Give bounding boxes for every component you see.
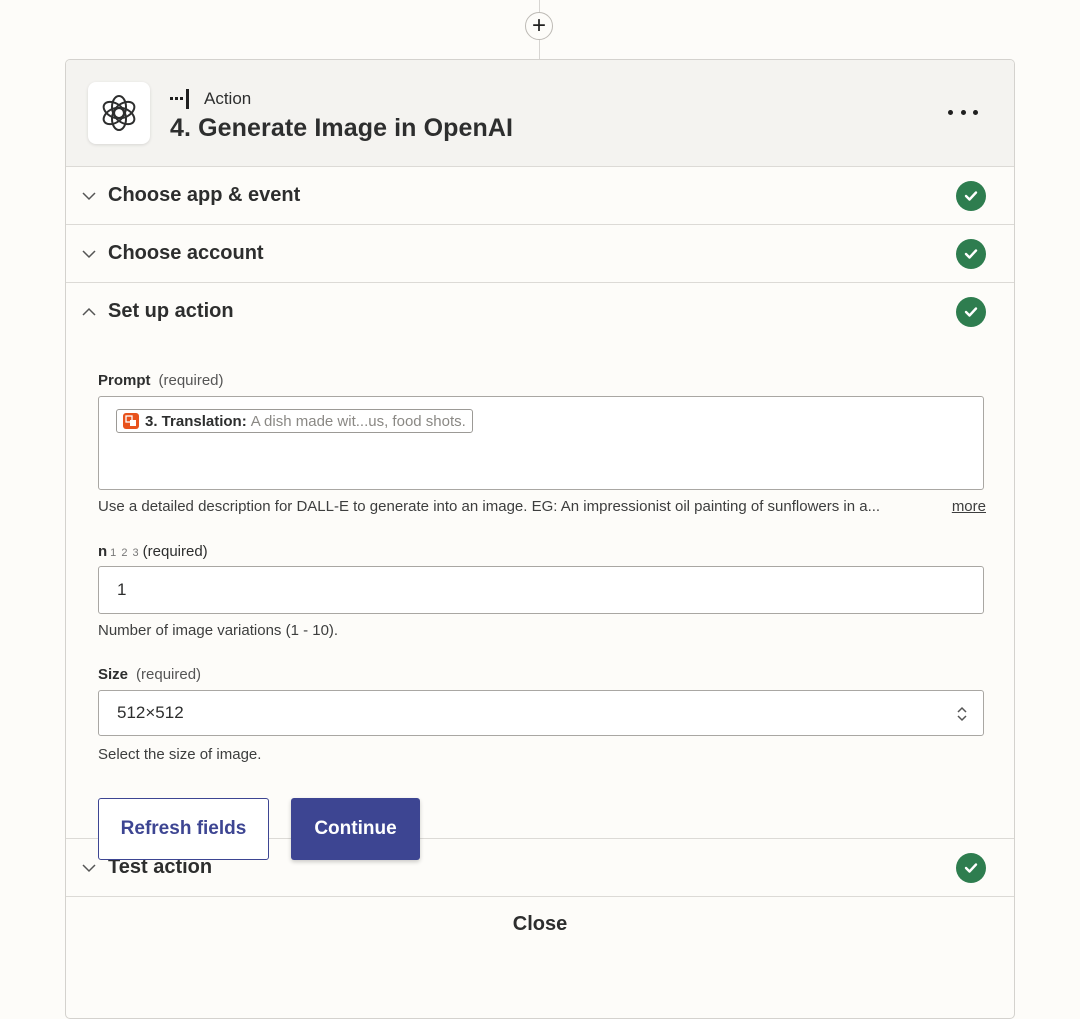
more-link[interactable]: more [952, 498, 986, 515]
size-label: Size (required) [98, 666, 201, 683]
chevron-up-icon [82, 307, 96, 316]
size-select-value: 512×512 [117, 703, 184, 722]
check-circle-icon [956, 296, 986, 327]
section-label: Choose account [108, 242, 264, 264]
dot [948, 109, 953, 115]
plus-icon: + [531, 12, 546, 39]
chevron-down-icon [82, 249, 96, 258]
pill-value: A dish made wit...us, food shots. [250, 412, 466, 430]
n-help-text: Number of image variations (1 - 10). [98, 622, 339, 639]
mapped-field-pill[interactable]: 3. Translation: A dish made wit...us, fo… [116, 409, 473, 433]
continue-button[interactable]: Continue [291, 798, 420, 860]
section-choose-account[interactable]: Choose account [66, 225, 1014, 283]
translate-app-icon [123, 413, 139, 429]
pill-step-label: 3. Translation: [145, 412, 247, 430]
required-hint: (required) [158, 372, 224, 389]
section-label: Choose app & event [108, 184, 301, 206]
required-hint: (required) [142, 543, 208, 560]
prompt-input[interactable]: 3. Translation: A dish made wit...us, fo… [98, 396, 984, 490]
prompt-label: Prompt (required) [98, 372, 224, 389]
close-button[interactable]: Close [66, 897, 1014, 952]
step-type-label: Action [204, 89, 252, 108]
add-step-button[interactable]: + [525, 12, 553, 40]
size-label-text: Size [98, 666, 129, 683]
chevron-up-down-icon [957, 706, 967, 722]
dot [960, 109, 966, 115]
action-step-icon [170, 89, 189, 109]
check-circle-icon [956, 852, 986, 883]
check-circle-icon [956, 238, 986, 269]
size-select[interactable]: 512×512 [98, 690, 984, 736]
dot [973, 109, 978, 115]
more-options-button[interactable] [948, 102, 978, 122]
chevron-down-icon [82, 863, 96, 872]
number-type-icon: 1 2 3 [110, 547, 140, 559]
close-label: Close [512, 913, 568, 935]
required-hint: (required) [136, 666, 202, 683]
section-setup-header[interactable]: Set up action [66, 283, 1014, 340]
n-label-text: n [98, 543, 108, 560]
step-card: Action 4. Generate Image in OpenAI Choos… [65, 59, 1015, 1019]
prompt-help-text: Use a detailed description for DALL-E to… [98, 498, 881, 515]
refresh-fields-button[interactable]: Refresh fields [98, 798, 269, 860]
size-help-text: Select the size of image. [98, 746, 262, 763]
section-choose-app[interactable]: Choose app & event [66, 167, 1014, 225]
step-title[interactable]: 4. Generate Image in OpenAI [170, 114, 513, 143]
step-type-row: Action [170, 89, 251, 109]
n-input[interactable]: 1 [98, 566, 984, 614]
openai-logo-icon [88, 82, 150, 144]
check-circle-icon [956, 180, 986, 211]
step-header: Action 4. Generate Image in OpenAI [66, 60, 1014, 167]
n-label: n1 2 3 (required) [98, 543, 208, 560]
section-label: Set up action [108, 300, 234, 322]
prompt-label-text: Prompt [98, 372, 151, 389]
chevron-down-icon [82, 191, 96, 200]
